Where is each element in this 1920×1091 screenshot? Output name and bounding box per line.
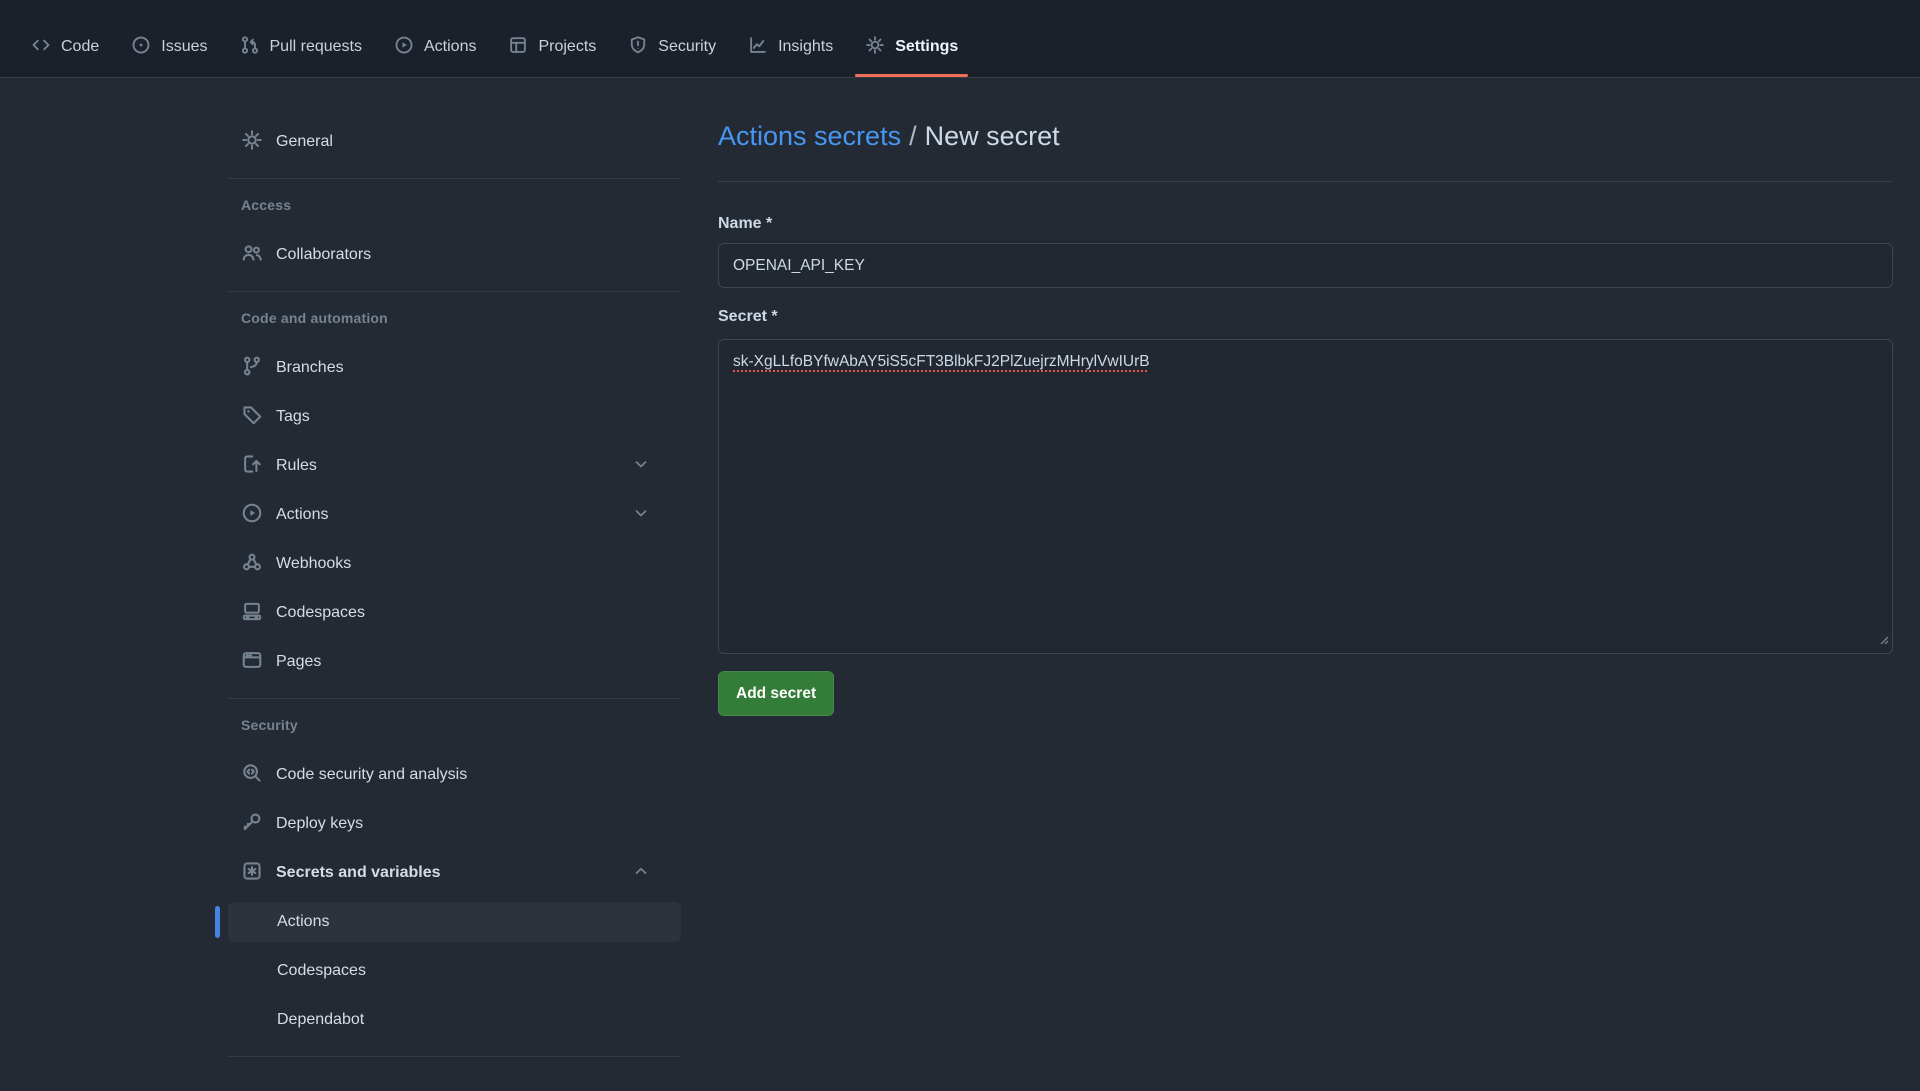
- sidebar-subitem-codespaces[interactable]: Codespaces: [228, 951, 681, 991]
- sidebar-item-label: Webhooks: [276, 555, 351, 573]
- sidebar-item-label: Deploy keys: [276, 815, 363, 833]
- shield-icon: [628, 35, 648, 60]
- title-divider: [718, 181, 1893, 182]
- sidebar-divider: [228, 178, 681, 179]
- sidebar-item-webhooks[interactable]: Webhooks: [228, 544, 681, 584]
- sidebar-item-deploy-keys[interactable]: Deploy keys: [228, 804, 681, 844]
- sidebar-item-label: Codespaces: [276, 604, 365, 622]
- codespaces-icon: [241, 600, 276, 627]
- breadcrumb-current: New secret: [925, 121, 1060, 151]
- textarea-resize-handle[interactable]: [1877, 632, 1889, 650]
- tab-label: Pull requests: [270, 38, 363, 56]
- settings-sidebar: General Access Collaborators Code and au…: [215, 78, 681, 1073]
- tab-label: Insights: [778, 38, 833, 56]
- gear-icon: [241, 129, 276, 156]
- webhook-icon: [241, 551, 276, 578]
- sidebar-item-label: Pages: [276, 653, 321, 671]
- tab-projects[interactable]: Projects: [492, 17, 612, 77]
- sidebar-divider: [228, 1056, 681, 1057]
- chevron-up-icon: [632, 862, 663, 885]
- sidebar-subitem-actions[interactable]: Actions: [228, 902, 681, 942]
- key-icon: [241, 811, 276, 838]
- tab-settings[interactable]: Settings: [849, 17, 974, 77]
- sidebar-item-secrets-variables[interactable]: Secrets and variables: [228, 853, 681, 893]
- tab-label: Code: [61, 38, 99, 56]
- graph-icon: [748, 35, 768, 60]
- main-panel: Actions secrets/New secret Name * Secret…: [718, 78, 1893, 716]
- tab-pull-requests[interactable]: Pull requests: [224, 17, 379, 77]
- tab-label: Settings: [895, 38, 958, 56]
- sidebar-item-label: Collaborators: [276, 246, 371, 264]
- sidebar-item-pages[interactable]: Pages: [228, 642, 681, 682]
- sidebar-item-label: Dependabot: [277, 1011, 364, 1029]
- tab-security[interactable]: Security: [612, 17, 732, 77]
- git-pull-request-icon: [240, 35, 260, 60]
- tab-issues[interactable]: Issues: [115, 17, 223, 77]
- sidebar-item-rules[interactable]: Rules: [228, 446, 681, 486]
- tab-insights[interactable]: Insights: [732, 17, 849, 77]
- sidebar-divider: [228, 698, 681, 699]
- project-table-icon: [508, 35, 528, 60]
- secret-name-input[interactable]: [718, 243, 1893, 288]
- repo-tab-bar: Code Issues Pull requests Actions Projec…: [0, 0, 1920, 78]
- tab-label: Actions: [424, 38, 476, 56]
- tab-label: Projects: [538, 38, 596, 56]
- issue-opened-icon: [131, 35, 151, 60]
- secrets-asterisk-icon: [241, 860, 276, 887]
- sidebar-divider: [228, 291, 681, 292]
- tab-code[interactable]: Code: [15, 17, 115, 77]
- sidebar-item-label: Actions: [276, 506, 328, 524]
- tag-icon: [241, 404, 276, 431]
- secret-value-text: sk-XgLLfoBYfwAbAY5iS5cFT3BlbkFJ2PlZuejrz…: [733, 353, 1150, 370]
- sidebar-item-tags[interactable]: Tags: [228, 397, 681, 437]
- sidebar-item-label: Tags: [276, 408, 310, 426]
- sidebar-item-actions[interactable]: Actions: [228, 495, 681, 535]
- sidebar-item-label: Secrets and variables: [276, 864, 441, 882]
- gear-icon: [865, 35, 885, 60]
- chevron-down-icon: [632, 455, 663, 478]
- play-circle-icon: [394, 35, 414, 60]
- breadcrumb-separator: /: [901, 121, 925, 151]
- secret-field-label: Secret *: [718, 308, 1893, 329]
- tab-label: Issues: [161, 38, 207, 56]
- sidebar-item-label: Rules: [276, 457, 317, 475]
- sidebar-item-code-security[interactable]: Code security and analysis: [228, 755, 681, 795]
- code-scan-icon: [241, 762, 276, 789]
- rules-icon: [241, 453, 276, 480]
- play-circle-icon: [241, 502, 276, 529]
- active-tab-underline: [855, 74, 968, 77]
- sidebar-item-branches[interactable]: Branches: [228, 348, 681, 388]
- actions-secrets-breadcrumb-link[interactable]: Actions secrets: [718, 121, 901, 151]
- secret-value-textarea[interactable]: sk-XgLLfoBYfwAbAY5iS5cFT3BlbkFJ2PlZuejrz…: [718, 339, 1893, 654]
- page-title: Actions secrets/New secret: [718, 118, 1893, 154]
- add-secret-button[interactable]: Add secret: [718, 671, 834, 716]
- sidebar-section-code-automation: Code and automation: [215, 308, 681, 328]
- chevron-down-icon: [632, 504, 663, 527]
- browser-icon: [241, 649, 276, 676]
- sidebar-subitem-dependabot[interactable]: Dependabot: [228, 1000, 681, 1040]
- tab-actions[interactable]: Actions: [378, 17, 492, 77]
- sidebar-item-codespaces[interactable]: Codespaces: [228, 593, 681, 633]
- code-icon: [31, 35, 51, 60]
- sidebar-item-label: Codespaces: [277, 962, 366, 980]
- git-branch-icon: [241, 355, 276, 382]
- sidebar-section-security: Security: [215, 715, 681, 735]
- sidebar-section-access: Access: [215, 195, 681, 215]
- sidebar-item-label: General: [276, 133, 333, 151]
- sidebar-item-label: Branches: [276, 359, 344, 377]
- tab-label: Security: [658, 38, 716, 56]
- sidebar-item-general[interactable]: General: [228, 122, 681, 162]
- people-icon: [241, 242, 276, 269]
- name-field-label: Name *: [718, 215, 1893, 236]
- sidebar-item-label: Code security and analysis: [276, 766, 467, 784]
- sidebar-item-label: Actions: [277, 913, 329, 931]
- selected-indicator: [215, 906, 220, 938]
- sidebar-item-collaborators[interactable]: Collaborators: [228, 235, 681, 275]
